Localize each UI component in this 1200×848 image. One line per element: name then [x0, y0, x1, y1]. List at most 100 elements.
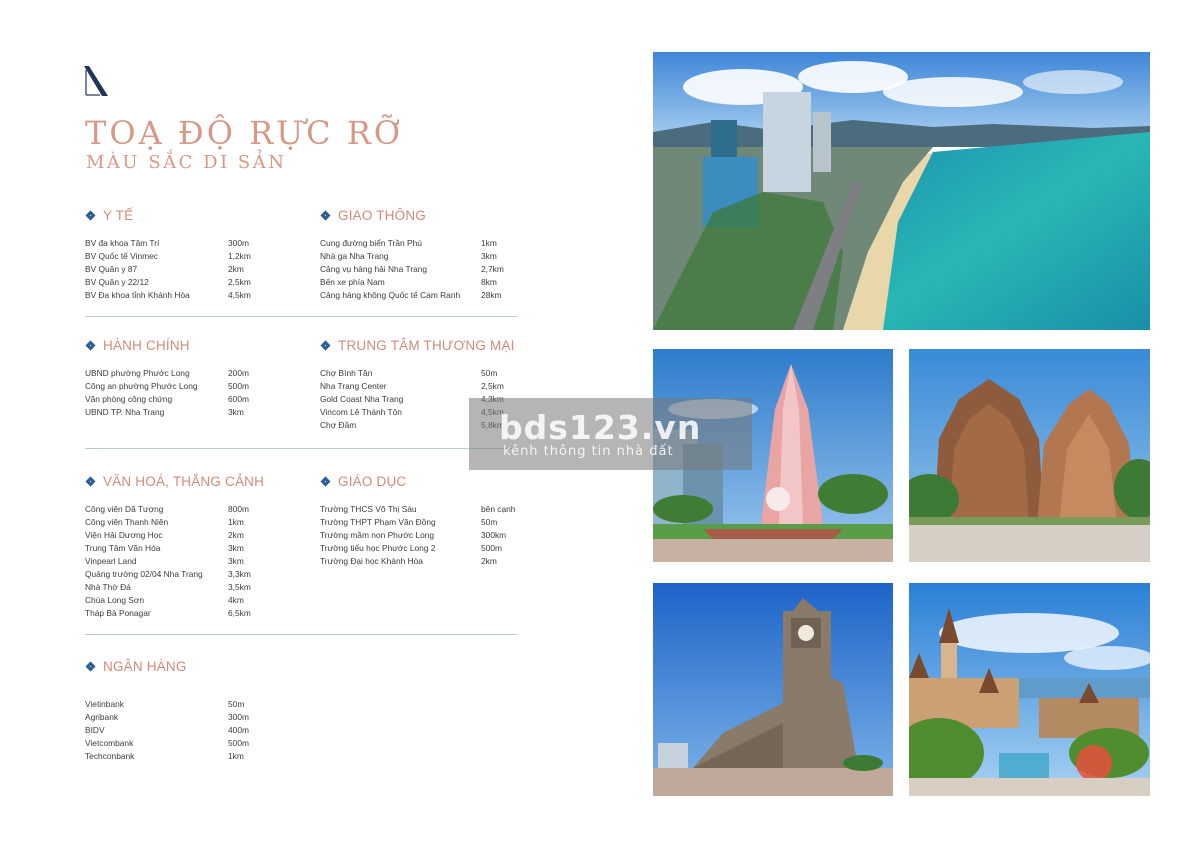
amenity-distance: 2km	[228, 264, 244, 274]
list-item: Trường mầm non Phước Long 300km	[320, 529, 531, 542]
amenity-name: Trường THCS Võ Thị Sáu	[320, 504, 417, 514]
divider	[85, 316, 517, 317]
amenity-name: Cung đường biển Trần Phú	[320, 238, 422, 248]
section-title: Y TẾ	[103, 207, 134, 223]
amenity-name: Công viên Thanh Niên	[85, 517, 169, 527]
amenity-list: Vietinbank 50m Agribank 300m BIDV 400m Vietcom…	[85, 698, 278, 763]
amenity-name: BV Quân y 22/12	[85, 277, 149, 287]
amenity-name: Quảng trường 02/04 Nha Trang	[85, 569, 203, 579]
amenity-distance: 1km	[481, 238, 497, 248]
amenity-name: Cảng vụ hàng hải Nha Trang	[320, 264, 428, 274]
amenity-distance: 2,5km	[481, 381, 504, 391]
section-nganhang: NGÂN HÀNG Vietinbank 50m Agribank 300m BIDV 4…	[85, 656, 278, 763]
amenity-distance: 3km	[228, 543, 244, 553]
amenity-name: Trường tiểu học Phước Long 2	[320, 543, 436, 553]
list-item: Trường tiểu học Phước Long 2 500m	[320, 542, 531, 555]
amenity-name: Vietinbank	[85, 699, 124, 709]
amenity-name: Techconbank	[85, 751, 135, 761]
diamond-bullet-icon	[85, 476, 96, 486]
amenity-name: Nhà Thờ Đá	[85, 582, 131, 592]
list-item: Công viên Dã Tượng 800m	[85, 503, 278, 516]
section-giaothong: GIAO THÔNG Cung đường biển Trần Phú 1km Nh…	[320, 205, 531, 302]
amenity-distance: 3km	[481, 251, 497, 261]
diamond-bullet-icon	[85, 210, 96, 220]
amenity-name: Gold Coast Nha Trang	[320, 394, 404, 404]
amenity-list: UBND phường Phước Long 200m Công an phường…	[85, 367, 278, 419]
diamond-bullet-icon	[85, 661, 96, 671]
photo-stone-cathedral	[653, 583, 893, 796]
amenity-distance: 600m	[228, 394, 249, 404]
amenity-name: UBND TP. Nha Trang	[85, 407, 165, 417]
amenity-name: Agribank	[85, 712, 119, 722]
amenity-name: Vinpearl Land	[85, 556, 137, 566]
section-hanhchinh: HÀNH CHÍNH UBND phường Phước Long 200m Côn…	[85, 335, 278, 419]
list-item: Văn phòng công chứng 600m	[85, 393, 278, 406]
amenity-distance: 4,5km	[228, 290, 251, 300]
divider	[85, 634, 517, 635]
divider	[85, 448, 517, 449]
amenity-name: Nha Trang Center	[320, 381, 387, 391]
list-item: Vinpearl Land 3km	[85, 555, 278, 568]
amenity-list: BV đa khoa Tâm Trí 300m BV Quốc tế Vinmec 1…	[85, 237, 278, 302]
diamond-bullet-icon	[85, 340, 96, 350]
list-item: Nha Trang Center 2,5km	[320, 380, 531, 393]
list-item: Công an phường Phước Long 500m	[85, 380, 278, 393]
list-item: BV Quân y 22/12 2,5km	[85, 276, 278, 289]
amenity-distance: 800m	[228, 504, 249, 514]
amenity-name: Vincom Lê Thánh Tôn	[320, 407, 402, 417]
amenity-name: Trường Đại học Khánh Hòa	[320, 556, 423, 566]
brand-logo-icon	[84, 66, 108, 96]
list-item: Cung đường biển Trần Phú 1km	[320, 237, 531, 250]
amenity-distance: 300m	[228, 238, 249, 248]
amenity-name: BV Quốc tế Vinmec	[85, 251, 158, 261]
list-item: Cảng vụ hàng hải Nha Trang 2,7km	[320, 263, 531, 276]
amenity-name: Chùa Long Sơn	[85, 595, 145, 605]
section-giaoduc: GIÁO DỤC Trường THCS Võ Thị Sáu bên cạnh T…	[320, 471, 531, 568]
amenity-name: Trường mầm non Phước Long	[320, 530, 435, 540]
amenity-distance: 500m	[481, 543, 502, 553]
section-title: NGÂN HÀNG	[103, 658, 187, 674]
list-item: Techconbank 1km	[85, 750, 278, 763]
diamond-bullet-icon	[320, 340, 331, 350]
amenity-name: BV Quân y 87	[85, 264, 138, 274]
amenity-name: Trung Tâm Văn Hóa	[85, 543, 161, 553]
list-item: BV Quốc tế Vinmec 1,2km	[85, 250, 278, 263]
amenity-list: Trường THCS Võ Thị Sáu bên cạnh Trường THP…	[320, 503, 531, 568]
amenity-name: Bến xe phía Nam	[320, 277, 385, 287]
list-item: Vietcombank 500m	[85, 737, 278, 750]
list-item: Trung Tâm Văn Hóa 3km	[85, 542, 278, 555]
amenity-distance: 1,2km	[228, 251, 251, 261]
amenity-distance: 500m	[228, 738, 249, 748]
amenity-distance: 2km	[228, 530, 244, 540]
list-item: Trường Đại học Khánh Hòa 2km	[320, 555, 531, 568]
amenity-name: Viện Hải Dương Học	[85, 530, 163, 540]
amenity-distance: 6,5km	[228, 608, 251, 618]
list-item: UBND phường Phước Long 200m	[85, 367, 278, 380]
amenity-distance: 1km	[228, 517, 244, 527]
amenity-name: BV Đa khoa tỉnh Khánh Hòa	[85, 290, 190, 300]
list-item: Trường THCS Võ Thị Sáu bên cạnh	[320, 503, 531, 516]
amenity-list: Công viên Dã Tượng 800m Công viên Thanh Ni…	[85, 503, 278, 620]
amenity-distance: 3,5km	[228, 582, 251, 592]
amenity-name: Công an phường Phước Long	[85, 381, 198, 391]
amenity-distance: 50m	[228, 699, 245, 709]
photo-beach-aerial	[653, 52, 1150, 330]
page-title: TOẠ ĐỘ RỰC RỠ	[85, 114, 404, 152]
section-title: VĂN HOÁ, THẮNG CẢNH	[103, 473, 265, 489]
amenity-distance: 2,7km	[481, 264, 504, 274]
amenity-distance: 400m	[228, 725, 249, 735]
photo-cham-towers	[909, 349, 1150, 562]
list-item: Nhà Thờ Đá 3,5km	[85, 581, 278, 594]
watermark-overlay: bds123.vn kênh thông tin nhà đất	[469, 398, 752, 470]
page-subtitle: MÀU SẮC DI SẢN	[86, 152, 287, 173]
amenity-list: Cung đường biển Trần Phú 1km Nhà ga Nha Tr…	[320, 237, 531, 302]
watermark-text: bds123.vn	[499, 408, 702, 447]
list-item: BV Quân y 87 2km	[85, 263, 278, 276]
amenity-distance: 2,5km	[228, 277, 251, 287]
section-title: TRUNG TÂM THƯƠNG MẠI	[338, 337, 515, 353]
amenity-name: Tháp Bà Ponagar	[85, 608, 151, 618]
list-item: BV Đa khoa tỉnh Khánh Hòa 4,5km	[85, 289, 278, 302]
amenity-distance: 300km	[481, 530, 507, 540]
amenity-distance: 28km	[481, 290, 502, 300]
amenity-name: Chợ Đầm	[320, 420, 357, 430]
